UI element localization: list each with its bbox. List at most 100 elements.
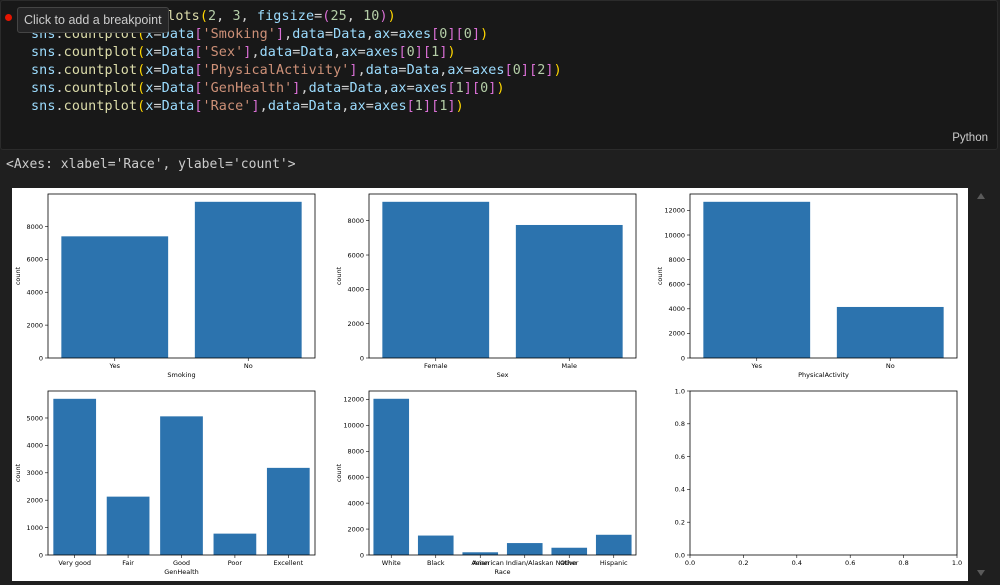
code-token: countplot — [63, 99, 138, 114]
scroll-down-arrow-icon[interactable] — [977, 570, 985, 576]
code-token: ] — [349, 63, 358, 78]
code-token: = — [153, 81, 162, 96]
code-token: sns — [31, 63, 56, 78]
x-tick-label: Fair — [122, 559, 134, 567]
code-token: data — [365, 63, 399, 78]
code-token: 'Race' — [202, 99, 252, 114]
x-tick-label: Excellent — [273, 559, 303, 567]
code-token: 'PhysicalActivity' — [202, 63, 350, 78]
code-token: axes — [373, 99, 407, 114]
code-token: countplot — [63, 45, 138, 60]
code-token: = — [365, 99, 374, 114]
code-line[interactable]: sns.countplot(x=Data['Race'],data=Data,a… — [31, 99, 464, 114]
chart-bar — [106, 496, 150, 555]
code-token: ] — [463, 81, 472, 96]
code-token: Data — [161, 99, 195, 114]
breakpoint-tooltip: Click to add a breakpoint — [17, 7, 169, 33]
code-token: ] — [520, 63, 530, 78]
code-token: ) — [387, 9, 396, 24]
y-tick-label: 2000 — [347, 525, 364, 533]
code-token: = — [463, 63, 472, 78]
x-tick-label: Yes — [109, 362, 121, 370]
chart-bar — [53, 398, 97, 555]
y-tick-label: 12000 — [343, 396, 364, 404]
code-token: 1 — [455, 81, 464, 96]
code-token: , — [259, 99, 268, 114]
code-line[interactable]: sns.countplot(x=Data['GenHealth'],data=D… — [31, 81, 505, 96]
y-tick-label: 0.8 — [675, 420, 685, 428]
code-token: Data — [308, 99, 342, 114]
code-token: data — [267, 99, 301, 114]
chart-bar — [373, 398, 410, 555]
cell-language-label[interactable]: Python — [952, 132, 988, 144]
y-tick-label: 4000 — [347, 286, 364, 294]
x-tick-label: Male — [562, 362, 577, 370]
y-tick-label: 4000 — [347, 499, 364, 507]
x-tick-label: 0.2 — [738, 559, 748, 567]
code-token: . — [55, 81, 64, 96]
x-tick-label: Hispanic — [600, 559, 628, 567]
x-tick-label: 0.4 — [792, 559, 802, 567]
code-token: ) — [496, 81, 505, 96]
y-tick-label: 4000 — [26, 289, 43, 297]
code-line[interactable]: sns.countplot(x=Data['Sex'],data=Data,ax… — [31, 45, 456, 60]
code-token: [ — [471, 81, 481, 96]
code-token: 0 — [512, 63, 521, 78]
chart-bar — [506, 543, 543, 555]
y-tick-label: 0.6 — [675, 453, 685, 461]
y-tick-label: 12000 — [664, 207, 685, 215]
code-token: = — [300, 99, 309, 114]
code-token: , — [216, 9, 233, 24]
code-token: data — [292, 27, 325, 42]
x-tick-label: Poor — [228, 559, 243, 567]
code-token: ax — [373, 27, 391, 42]
code-token: = — [153, 63, 162, 78]
code-token: ] — [471, 27, 481, 42]
y-tick-label: 0.2 — [675, 519, 685, 527]
x-tick-label: Black — [427, 559, 445, 567]
code-token: , — [357, 63, 366, 78]
y-axis-label: count — [335, 266, 343, 285]
x-axis-label: Race — [495, 568, 511, 576]
y-tick-label: 5000 — [26, 414, 43, 422]
y-tick-label: 1000 — [26, 524, 43, 532]
code-token: [ — [447, 81, 456, 96]
x-tick-label: Other — [560, 559, 579, 567]
breakpoint-icon[interactable] — [5, 14, 12, 21]
code-token: ) — [480, 27, 489, 42]
x-tick-label: Yes — [751, 362, 763, 370]
code-token: Data — [300, 45, 334, 60]
code-token: ) — [455, 99, 464, 114]
x-tick-label: 0.6 — [845, 559, 855, 567]
y-axis-label: count — [335, 463, 343, 482]
y-tick-label: 6000 — [668, 281, 685, 289]
y-tick-label: 3000 — [26, 469, 43, 477]
code-line[interactable]: sns.countplot(x=Data['PhysicalActivity']… — [31, 63, 562, 78]
code-token: axes — [398, 27, 432, 42]
x-tick-label: White — [382, 559, 401, 567]
chart-bar — [551, 547, 588, 555]
code-token: 'Sex' — [202, 45, 244, 60]
code-token: [ — [504, 63, 513, 78]
code-token: sns — [31, 81, 56, 96]
code-token: = — [357, 45, 366, 60]
code-token: Data — [161, 81, 195, 96]
code-token: ] — [447, 27, 456, 42]
code-cell[interactable]: plots(2, 3, figsize=(25, 10)) sns.countpl… — [0, 0, 1000, 150]
code-token: Data — [349, 81, 383, 96]
chart-bar — [836, 306, 944, 358]
chart-bar — [61, 236, 169, 358]
code-token: 0 — [406, 45, 415, 60]
code-token: Data — [333, 27, 366, 42]
code-token: ] — [545, 63, 554, 78]
y-axis-label: count — [656, 266, 664, 285]
scroll-up-arrow-icon[interactable] — [977, 193, 985, 199]
y-tick-label: 6000 — [347, 474, 364, 482]
x-tick-label: Good — [173, 559, 190, 567]
x-tick-label: 0.0 — [685, 559, 695, 567]
code-line[interactable]: plots(2, 3, figsize=(25, 10)) — [159, 9, 396, 24]
y-tick-label: 2000 — [347, 320, 364, 328]
code-editor[interactable]: plots(2, 3, figsize=(25, 10)) sns.countpl… — [0, 0, 998, 150]
x-tick-label: No — [886, 362, 895, 370]
cell-output-text: <Axes: xlabel='Race', ylabel='count'> — [6, 157, 296, 172]
